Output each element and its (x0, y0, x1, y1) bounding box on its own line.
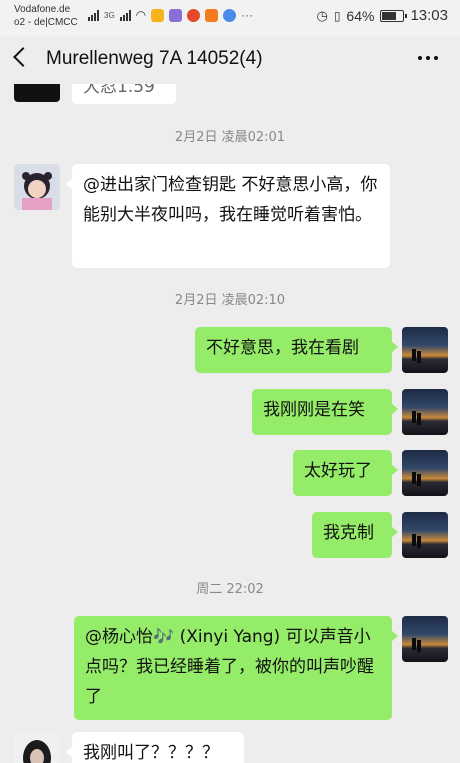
vibrate-icon: ▯ (333, 8, 341, 23)
status-bar: Vodafone.de o2 - de|CMCC 3G ◠ ··· ◷ ▯ 64… (0, 0, 460, 36)
my-avatar[interactable] (402, 616, 448, 662)
sent-message-bubble[interactable]: 我刚刚是在笑 (252, 389, 398, 435)
signal-icon (88, 9, 99, 21)
sent-message-bubble[interactable]: 太好玩了 (293, 450, 398, 496)
dark-hair-avatar-image (14, 732, 60, 763)
back-arrow-icon[interactable] (13, 47, 33, 67)
battery-percent: 64% (346, 7, 375, 24)
message-text: 我克制 (323, 523, 374, 543)
battery-icon (380, 9, 408, 22)
video-app-icon (205, 8, 219, 22)
sender-avatar[interactable] (14, 732, 60, 763)
message-text: 不好意思，我在看剧 (206, 338, 359, 358)
wifi-icon: ◠ (135, 8, 147, 22)
carrier-info: Vodafone.de o2 - de|CMCC (14, 3, 78, 29)
my-avatar[interactable] (402, 450, 448, 496)
sender-avatar-partial[interactable] (14, 84, 60, 102)
girl-avatar-image (14, 164, 60, 210)
my-avatar[interactable] (402, 512, 448, 558)
more-options-icon[interactable] (418, 56, 438, 60)
timestamp: 周二 22:02 (196, 582, 264, 597)
carrier-line-1: Vodafone.de (14, 4, 71, 15)
clock: 13:03 (410, 7, 448, 24)
chat-title: Murellenweg 7A 14052(4) (46, 48, 263, 69)
message-text: @杨心怡🎶 (Xinyi Yang) 可以声音小点吗？我已经睡着了，被你的叫声吵… (85, 627, 374, 707)
chat-app-icon (169, 8, 183, 22)
my-avatar[interactable] (402, 389, 448, 435)
more-notifications-icon: ··· (241, 8, 254, 22)
music-app-icon (223, 8, 237, 22)
message-text: 太好玩了 (304, 461, 372, 481)
timestamp: 2月2日 凌晨02:10 (174, 293, 286, 308)
weibo-icon (187, 8, 201, 22)
alarm-icon: ◷ (316, 7, 328, 23)
message-text: 我刚刚是在笑 (263, 400, 365, 420)
status-right: ◷ ▯ 64% 13:03 (316, 7, 448, 24)
status-icons: 3G ◠ ··· (88, 8, 253, 22)
mail-app-icon (151, 8, 165, 22)
my-avatar[interactable] (402, 327, 448, 373)
message-text: @进出家门检查钥匙 不好意思小高，你能别大半夜叫吗，我在睡觉听着害怕。 (83, 175, 378, 225)
chat-area[interactable]: 大忍1.59 2月2日 凌晨02:01 @进出家门检查钥匙 不好意思小高，你能别… (0, 84, 460, 763)
partial-message-bubble[interactable]: 大忍1.59 (72, 84, 176, 104)
sent-message-bubble[interactable]: @杨心怡🎶 (Xinyi Yang) 可以声音小点吗？我已经睡着了，被你的叫声吵… (74, 616, 398, 720)
sent-message-bubble[interactable]: 我克制 (312, 512, 398, 558)
sender-avatar-girl[interactable] (14, 164, 60, 210)
sent-message-bubble[interactable]: 不好意思，我在看剧 (195, 327, 398, 373)
timestamp: 2月2日 凌晨02:01 (174, 130, 286, 145)
network-type-label: 3G (104, 10, 115, 20)
carrier-line-2: o2 - de|CMCC (14, 17, 78, 28)
chat-header: Murellenweg 7A 14052(4) (0, 36, 460, 84)
signal-icon-2 (119, 9, 131, 21)
partial-message-text: 大忍1.59 (83, 84, 155, 97)
message-text: 我刚叫了？？？？ (83, 743, 219, 763)
received-message-bubble[interactable]: @进出家门检查钥匙 不好意思小高，你能别大半夜叫吗，我在睡觉听着害怕。 (66, 164, 390, 268)
received-message-bubble[interactable]: 我刚叫了？？？？ (66, 732, 244, 763)
